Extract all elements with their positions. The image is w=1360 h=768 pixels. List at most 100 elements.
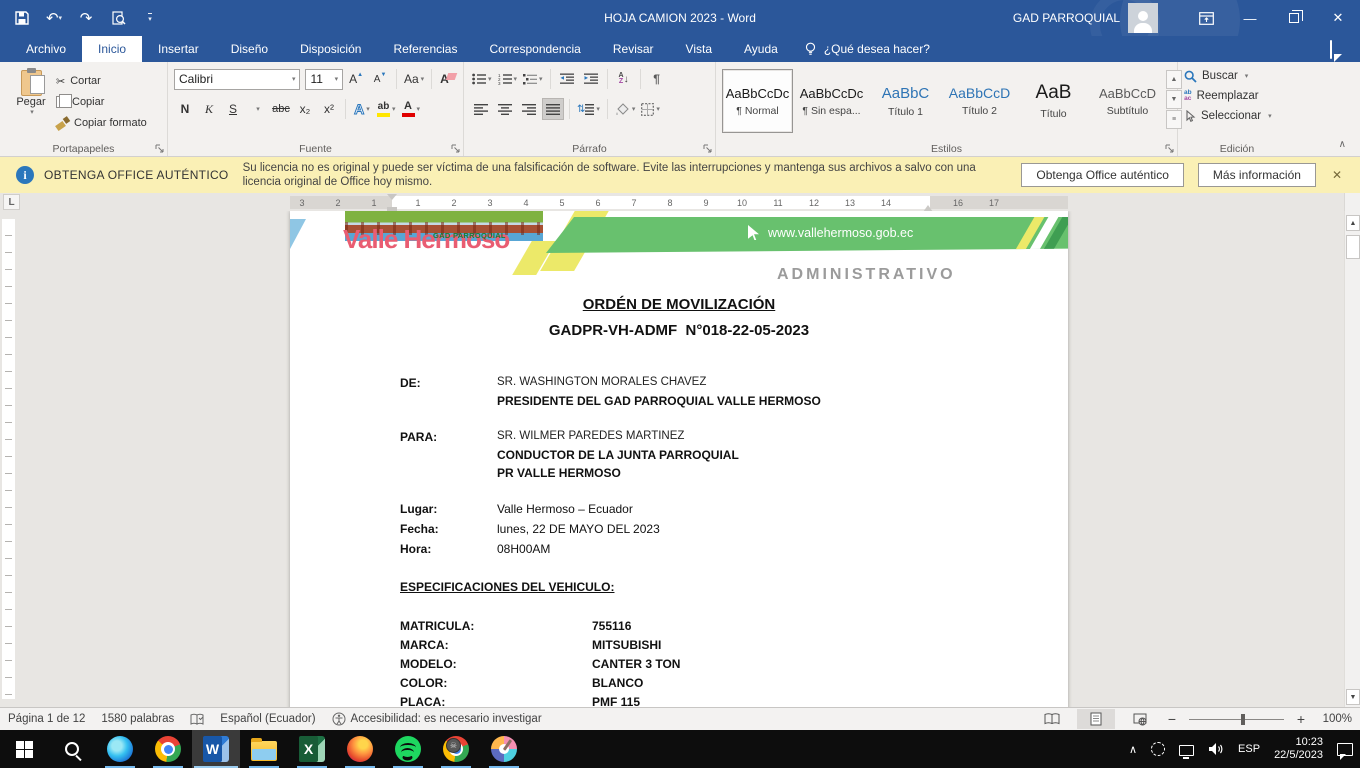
paste-dropdown-caret[interactable]: ▾ — [30, 108, 34, 116]
tab-selector[interactable]: L — [3, 194, 20, 210]
find-button[interactable]: Buscar▾ — [1184, 66, 1292, 86]
sync-tray-button[interactable] — [1144, 730, 1172, 768]
strikethrough-button[interactable]: abc — [270, 98, 292, 120]
more-info-button[interactable]: Más información — [1198, 163, 1316, 187]
print-preview-button[interactable] — [104, 4, 132, 32]
page-indicator[interactable]: Página 1 de 12 — [8, 713, 85, 725]
underline-dropdown[interactable]: ▾ — [246, 98, 268, 120]
clock[interactable]: 10:2322/5/2023 — [1267, 730, 1330, 768]
horizontal-ruler[interactable]: 3 2 1 1 2 3 4 5 6 7 8 9 10 11 12 13 14 1… — [290, 196, 1068, 209]
scroll-down-button[interactable]: ▼ — [1346, 689, 1360, 705]
taskbar-excel[interactable] — [288, 730, 336, 768]
start-button[interactable] — [0, 730, 48, 768]
read-mode-button[interactable] — [1033, 709, 1071, 729]
restore-button[interactable] — [1272, 0, 1316, 36]
minimize-button[interactable]: — — [1228, 0, 1272, 36]
sort-button[interactable]: AZ↓ — [613, 68, 635, 90]
tab-disposicion[interactable]: Disposición — [284, 36, 377, 62]
tab-vista[interactable]: Vista — [670, 36, 728, 62]
italic-button[interactable]: K — [198, 98, 220, 120]
taskbar-firefox[interactable] — [336, 730, 384, 768]
proofing-button[interactable] — [190, 713, 204, 726]
action-center-button[interactable] — [1330, 730, 1360, 768]
clear-formatting-button[interactable]: A — [437, 68, 459, 90]
font-color-button[interactable]: A▾ — [400, 98, 423, 120]
get-genuine-office-button[interactable]: Obtenga Office auténtico — [1021, 163, 1184, 187]
collapse-ribbon-button[interactable]: ∧ — [1339, 139, 1346, 150]
underline-button[interactable]: S — [222, 98, 244, 120]
input-language[interactable]: ESP — [1231, 730, 1267, 768]
change-case-button[interactable]: Aa▾ — [402, 68, 426, 90]
tab-revisar[interactable]: Revisar — [597, 36, 670, 62]
dialog-launcher-icon[interactable] — [155, 144, 165, 154]
customize-qat-button[interactable]: ▾ — [136, 4, 164, 32]
zoom-in-button[interactable]: + — [1294, 711, 1308, 727]
tab-referencias[interactable]: Referencias — [377, 36, 473, 62]
style-subtitulo[interactable]: AaBbCcDSubtítulo — [1092, 69, 1163, 133]
zoom-slider-handle[interactable] — [1241, 714, 1245, 725]
paste-button[interactable]: Pegar ▾ — [6, 66, 56, 140]
align-left-button[interactable] — [470, 98, 492, 120]
shading-button[interactable]: ▾ — [613, 98, 638, 120]
increase-indent-button[interactable] — [580, 68, 602, 90]
tab-insertar[interactable]: Insertar — [142, 36, 215, 62]
superscript-button[interactable]: x² — [318, 98, 340, 120]
save-button[interactable] — [8, 4, 36, 32]
justify-button[interactable] — [542, 98, 564, 120]
scrollbar-thumb[interactable] — [1346, 235, 1360, 259]
word-count[interactable]: 1580 palabras — [101, 713, 174, 725]
taskbar-spotify[interactable] — [384, 730, 432, 768]
tab-inicio[interactable]: Inicio — [82, 36, 142, 62]
tray-expand-chevron[interactable]: ∧ — [1122, 730, 1144, 768]
taskbar-word[interactable] — [192, 730, 240, 768]
zoom-level[interactable]: 100% — [1314, 713, 1352, 725]
taskbar-paint[interactable] — [480, 730, 528, 768]
font-family-select[interactable]: Calibri▾ — [174, 69, 300, 90]
undo-button[interactable]: ↶▾ — [40, 4, 68, 32]
zoom-slider[interactable] — [1189, 719, 1284, 720]
multilevel-list-button[interactable]: ▾ — [521, 68, 545, 90]
style-titulo2[interactable]: AaBbCcDTítulo 2 — [944, 69, 1015, 133]
subscript-button[interactable]: x₂ — [294, 98, 316, 120]
style-titulo[interactable]: AaBTítulo — [1018, 69, 1089, 133]
taskbar-search-button[interactable] — [48, 730, 96, 768]
show-marks-button[interactable]: ¶ — [646, 68, 668, 90]
first-line-indent-marker[interactable] — [387, 194, 397, 205]
bold-button[interactable]: N — [174, 98, 196, 120]
account-name[interactable]: GAD PARROQUIAL — [1013, 11, 1120, 25]
cut-button[interactable]: ✂Cortar — [56, 72, 147, 90]
style-normal[interactable]: AaBbCcDc¶ Normal — [722, 69, 793, 133]
style-sin-espaciado[interactable]: AaBbCcDc¶ Sin espa... — [796, 69, 867, 133]
volume-tray-button[interactable] — [1201, 730, 1231, 768]
ribbon-display-options-button[interactable] — [1184, 0, 1228, 36]
zoom-out-button[interactable]: − — [1165, 711, 1179, 727]
decrease-indent-button[interactable] — [556, 68, 578, 90]
web-layout-button[interactable] — [1121, 709, 1159, 729]
network-tray-button[interactable] — [1172, 730, 1201, 768]
align-center-button[interactable] — [494, 98, 516, 120]
replace-button[interactable]: abac Reemplazar — [1184, 86, 1292, 106]
style-titulo1[interactable]: AaBbCTítulo 1 — [870, 69, 941, 133]
shrink-font-button[interactable]: A▼ — [369, 68, 391, 90]
bullets-button[interactable]: ▾ — [470, 68, 494, 90]
tab-archivo[interactable]: Archivo — [10, 36, 82, 62]
tab-ayuda[interactable]: Ayuda — [728, 36, 794, 62]
document-page[interactable]: www.vallehermoso.gob.ec Valle Hermoso GA… — [290, 211, 1068, 707]
tab-diseno[interactable]: Diseño — [215, 36, 284, 62]
taskbar-edge[interactable] — [96, 730, 144, 768]
line-spacing-button[interactable]: ⇅ ▾ — [575, 98, 602, 120]
print-layout-button[interactable] — [1077, 709, 1115, 729]
font-size-select[interactable]: 11▾ — [305, 69, 343, 90]
dismiss-warning-icon[interactable]: ✕ — [1332, 168, 1342, 182]
dialog-launcher-icon[interactable] — [1165, 144, 1175, 154]
accessibility-button[interactable]: Accesibilidad: es necesario investigar — [332, 712, 542, 726]
taskbar-chrome[interactable] — [144, 730, 192, 768]
dialog-launcher-icon[interactable] — [703, 144, 713, 154]
taskbar-chrome-profile[interactable]: ☠ — [432, 730, 480, 768]
copy-button[interactable]: Copiar — [56, 93, 147, 111]
dialog-launcher-icon[interactable] — [451, 144, 461, 154]
avatar[interactable] — [1128, 3, 1158, 33]
scrollbar-top-box[interactable] — [1344, 193, 1360, 211]
comments-button[interactable] — [1330, 41, 1350, 57]
text-effects-button[interactable]: A▾ — [351, 98, 373, 120]
